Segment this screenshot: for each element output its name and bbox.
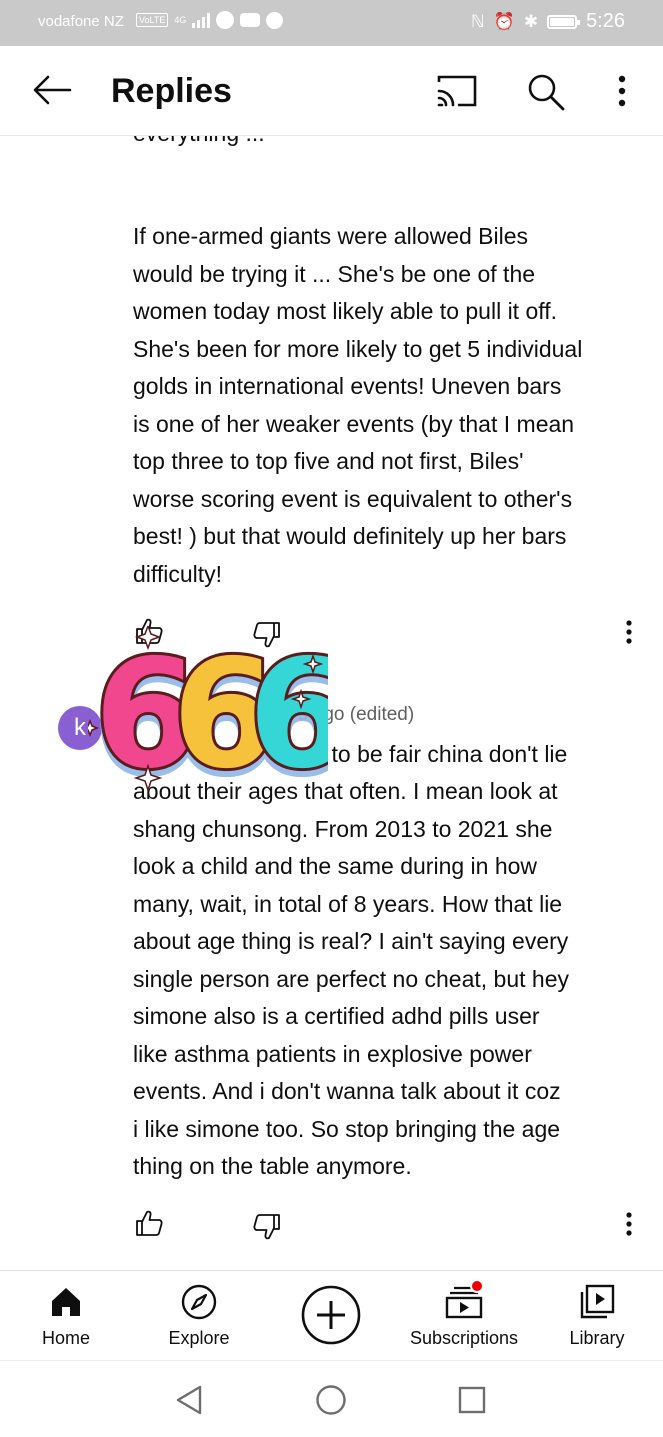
dislike-icon[interactable]	[252, 1212, 282, 1242]
system-recents-icon[interactable]	[455, 1383, 489, 1417]
search-icon[interactable]	[526, 72, 566, 112]
battery-icon	[547, 14, 581, 29]
system-navigation-bar	[0, 1360, 663, 1437]
app-bar: Replies	[0, 46, 663, 136]
back-arrow-icon[interactable]	[32, 72, 72, 108]
nav-label-home: Home	[41, 1328, 90, 1348]
status-icons-left: VoLTE 4G	[136, 11, 284, 29]
page-title: Replies	[111, 72, 232, 110]
cast-icon[interactable]	[436, 74, 478, 108]
sticker-digit-3: 6	[248, 628, 328, 796]
signal-icon	[192, 12, 211, 28]
volte-badge: VoLTE	[136, 13, 169, 27]
clock: 5:26	[586, 10, 625, 32]
network-label: 4G	[174, 15, 187, 25]
compass-icon	[181, 1284, 217, 1320]
status-bar: vodafone NZ VoLTE 4G ℕ ⏰ ✱ 5:26	[0, 0, 663, 46]
comment-text-fragment: everything ...	[133, 136, 265, 152]
like-icon[interactable]	[134, 1208, 164, 1238]
nav-label-library: Library	[569, 1328, 625, 1348]
alarm-icon: ⏰	[493, 11, 515, 31]
comment-more-icon[interactable]	[623, 618, 635, 648]
facebook-notification-icon	[266, 11, 284, 29]
home-icon	[52, 1288, 80, 1316]
system-back-icon[interactable]	[172, 1383, 206, 1417]
nav-label-explore: Explore	[168, 1328, 230, 1348]
notification-dot	[470, 1279, 484, 1293]
nav-library[interactable]: Library	[531, 1271, 663, 1361]
library-icon	[580, 1284, 615, 1319]
bluetooth-icon: ✱	[523, 11, 539, 31]
add-icon	[301, 1285, 361, 1345]
youtube-notification-icon	[240, 13, 261, 27]
system-home-icon[interactable]	[314, 1383, 348, 1417]
comment-more-icon[interactable]	[623, 1210, 635, 1240]
comment-body: about their ages that often. I mean look…	[133, 778, 570, 1179]
nav-home[interactable]: Home	[0, 1271, 132, 1361]
comment-body: If one-armed giants were allowed Biles w…	[133, 223, 583, 587]
bottom-navigation: Home Explore Subscriptions Library	[0, 1270, 663, 1360]
replies-list[interactable]: everything ... If one-armed giants were …	[0, 136, 663, 1270]
comment-first-line-text: to be fair china don't lie	[325, 741, 568, 767]
nav-explore[interactable]: Explore	[133, 1271, 265, 1361]
666-sticker: 6 6 6	[88, 626, 328, 796]
carrier-name: vodafone NZ	[38, 13, 124, 30]
more-options-icon[interactable]	[612, 74, 632, 108]
nfc-icon: ℕ	[471, 11, 485, 31]
app-notification-icon	[216, 11, 235, 29]
nav-label-subscriptions: Subscriptions	[409, 1328, 519, 1348]
status-icons-right: ℕ ⏰ ✱ 5:26	[471, 10, 625, 33]
nav-create[interactable]	[265, 1271, 397, 1361]
nav-subscriptions[interactable]: Subscriptions	[398, 1271, 530, 1361]
